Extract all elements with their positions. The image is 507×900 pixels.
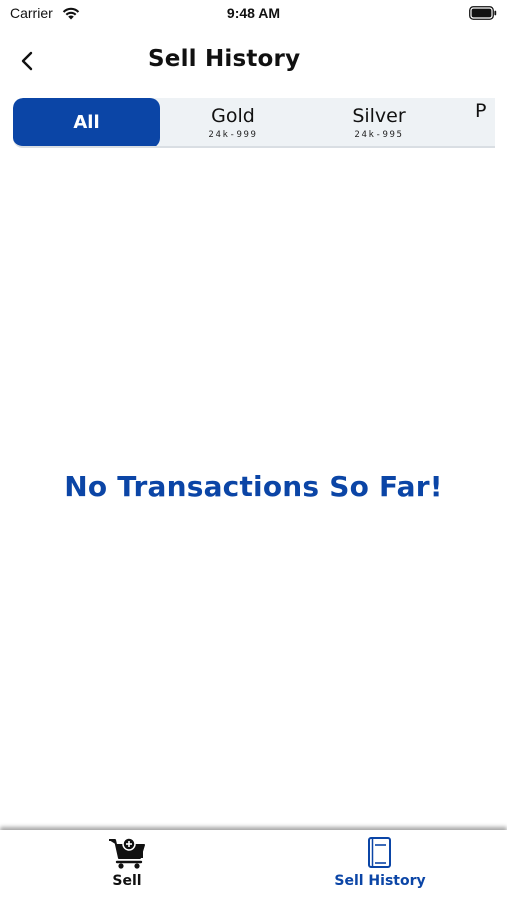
- tab-gold-label: Gold: [211, 104, 255, 127]
- nav-sell-label: Sell: [112, 873, 142, 889]
- tab-all-label: All: [73, 112, 100, 133]
- history-book-icon: [368, 837, 391, 868]
- metal-filter-tabs: All Gold 24k-999 Silver 24k-995 P: [13, 98, 495, 148]
- bottom-nav: Sell Sell History: [0, 830, 507, 900]
- page-title: Sell History: [148, 46, 301, 72]
- empty-state-message: No Transactions So Far!: [64, 470, 443, 503]
- nav-sell-history-label: Sell History: [334, 873, 426, 889]
- tab-partial[interactable]: P: [475, 98, 495, 146]
- tab-all[interactable]: All: [13, 98, 160, 146]
- tab-partial-label: P: [475, 100, 487, 122]
- nav-sell-history[interactable]: Sell History: [300, 836, 460, 889]
- tab-gold[interactable]: Gold 24k-999: [160, 98, 306, 146]
- cart-icon: [109, 837, 145, 869]
- nav-sell-icon-wrap: [107, 836, 147, 870]
- status-time: 9:48 AM: [226, 5, 281, 21]
- tab-silver-purity: 24k-995: [354, 129, 404, 140]
- tab-gold-purity: 24k-999: [208, 129, 258, 140]
- nav-history-icon-wrap: [360, 836, 400, 870]
- tab-silver[interactable]: Silver 24k-995: [306, 98, 452, 146]
- nav-sell[interactable]: Sell: [47, 836, 207, 889]
- tab-silver-label: Silver: [352, 104, 406, 127]
- header: Sell History: [0, 40, 507, 84]
- battery-icon: [469, 6, 497, 20]
- chevron-left-icon: [21, 51, 33, 71]
- status-bar: Carrier 9:48 AM: [0, 0, 507, 28]
- back-button[interactable]: [14, 48, 40, 74]
